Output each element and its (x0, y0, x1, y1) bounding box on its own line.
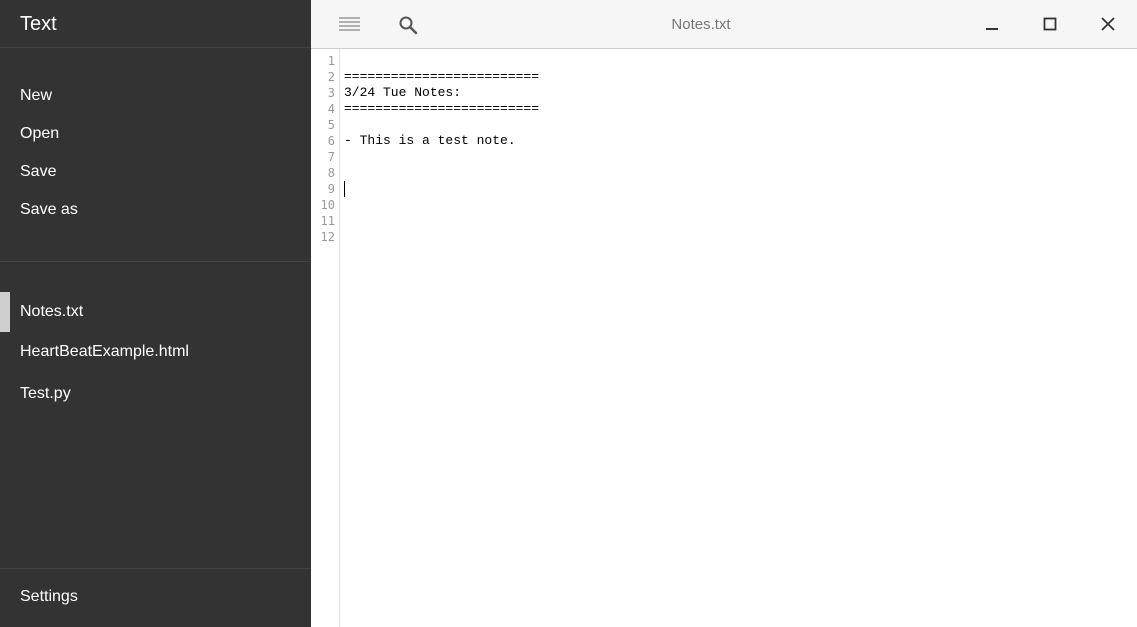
text-editor[interactable]: 1 2 3 4 5 6 7 8 9 10 11 12 =============… (311, 49, 1137, 627)
sidebar-divider (0, 47, 311, 48)
line-number-gutter: 1 2 3 4 5 6 7 8 9 10 11 12 (311, 49, 340, 627)
code-area[interactable]: ========================= 3/24 Tue Notes… (344, 49, 1124, 627)
menu-item-save[interactable]: Save (0, 162, 311, 190)
code-line: ========================= (344, 69, 540, 84)
line-number: 1 (327, 54, 335, 68)
settings-label: Settings (20, 588, 78, 605)
menu-item-open-label: Open (20, 125, 60, 142)
menu-item-new-label: New (20, 87, 53, 104)
line-number: 4 (327, 102, 335, 116)
maximize-button[interactable] (1027, 0, 1073, 48)
file-item-label: HeartBeatExample.html (20, 343, 189, 360)
minimize-button[interactable] (969, 0, 1015, 48)
sidebar-divider (0, 261, 311, 262)
line-number: 2 (327, 70, 335, 84)
sidebar: Text New Open Save Save as Notes.txt Hea… (0, 0, 311, 627)
sidebar-divider (0, 568, 311, 569)
menu-item-save-label: Save (20, 163, 57, 180)
text-cursor (344, 181, 345, 197)
line-number: 10 (320, 198, 335, 212)
line-number: 5 (327, 118, 335, 132)
code-line: ========================= (344, 101, 540, 116)
line-number: 6 (327, 134, 335, 148)
settings-button[interactable]: Settings (0, 587, 311, 615)
maximize-icon (1043, 17, 1057, 31)
close-button[interactable] (1085, 0, 1131, 48)
line-number: 9 (327, 182, 335, 196)
file-item-label: Notes.txt (20, 303, 84, 320)
menu-item-save-as[interactable]: Save as (0, 200, 311, 228)
file-item-notes-txt[interactable]: Notes.txt (0, 292, 311, 332)
menu-item-open[interactable]: Open (0, 124, 311, 152)
line-number: 11 (320, 214, 335, 228)
line-number: 7 (327, 150, 335, 164)
file-item-test-py[interactable]: Test.py (0, 374, 311, 414)
code-line: 3/24 Tue Notes: (344, 85, 462, 100)
code-line: - This is a test note. (344, 133, 516, 148)
toolbar: Notes.txt (311, 0, 1137, 49)
active-file-indicator (0, 292, 10, 332)
line-number: 8 (327, 166, 335, 180)
menu-item-new[interactable]: New (0, 86, 311, 114)
menu-item-save-as-label: Save as (20, 201, 78, 218)
line-number: 12 (320, 230, 335, 244)
file-item-heartbeatexample-html[interactable]: HeartBeatExample.html (0, 332, 311, 372)
close-icon (1101, 17, 1115, 31)
line-number: 3 (327, 86, 335, 100)
app-title: Text (20, 13, 57, 35)
minimize-icon (986, 28, 998, 30)
file-item-label: Test.py (20, 385, 71, 402)
